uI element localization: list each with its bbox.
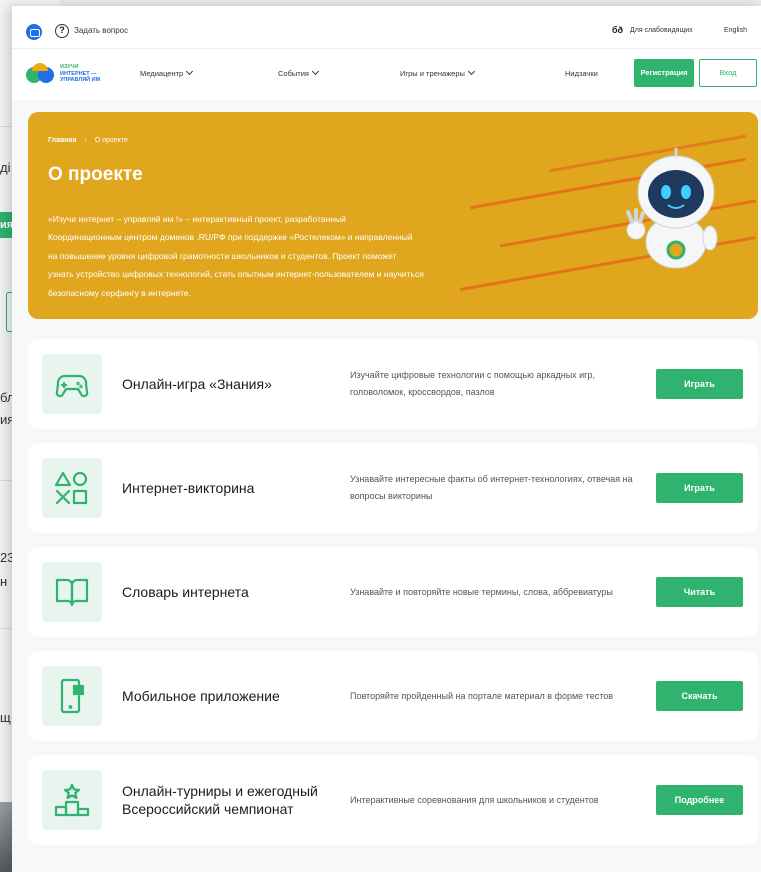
card-title: Онлайн-игра «Знания»	[122, 376, 272, 392]
card-title: Словарь интернета	[122, 584, 249, 600]
breadcrumb: Главная › О проекте	[48, 137, 128, 144]
download-button[interactable]: Скачать	[656, 681, 743, 711]
card-online-game: Онлайн-игра «Знания» Изучайте цифровые т…	[28, 339, 758, 429]
login-button[interactable]: Вход	[699, 59, 757, 87]
card-description: Узнавайте интересные факты об интернет-т…	[350, 474, 633, 501]
hero-banner: Главная › О проекте О проекте «Изучи интер…	[28, 112, 758, 319]
nav-item-events[interactable]: События	[278, 67, 320, 78]
nav-item-mediacenter[interactable]: Медиацентр	[140, 67, 194, 78]
nav-item-games[interactable]: Игры и тренажеры	[400, 67, 475, 78]
shapes-icon	[42, 458, 102, 518]
more-button[interactable]: Подробнее	[656, 785, 743, 815]
page-title: О проекте	[48, 164, 143, 185]
logo-icon	[26, 63, 56, 87]
main-nav: ИЗУЧИ ИНТЕРНЕТ — УПРАВЛЯЙ ИМ Медиацентр …	[12, 48, 761, 100]
card-dictionary: Словарь интернета Узнавайте и повторяйте…	[28, 547, 758, 637]
card-description: Изучайте цифровые технологии с помощью а…	[350, 370, 595, 397]
top-bar: ? Задать вопрос бð Для слабовидящих Engl…	[12, 6, 761, 48]
card-description: Узнавайте и повторяйте новые термины, сл…	[350, 586, 613, 597]
podium-icon	[42, 770, 102, 830]
background-text: ді	[0, 160, 11, 175]
brand-logo[interactable]: ИЗУЧИ ИНТЕРНЕТ — УПРАВЛЯЙ ИМ	[26, 59, 116, 89]
question-icon[interactable]: ?	[55, 24, 69, 38]
breadcrumb-current: О проекте	[94, 137, 128, 144]
gamepad-icon	[42, 354, 102, 414]
language-switch[interactable]: English	[724, 27, 747, 34]
card-title: Интернет-викторина	[122, 480, 255, 496]
book-icon	[42, 562, 102, 622]
background-text: н	[0, 574, 8, 589]
card-title: Мобильное приложение	[122, 688, 280, 704]
card-description: Интерактивные соревнования для школьнико…	[350, 794, 599, 805]
browser-page: ? Задать вопрос бð Для слабовидящих Engl…	[12, 6, 761, 872]
background-text: щ	[0, 710, 11, 725]
card-title: Онлайн-турниры и ежегодный Всероссийский…	[122, 783, 318, 817]
read-button[interactable]: Читать	[656, 577, 743, 607]
project-description: «Изучи интернет – управляй им !» – интер…	[48, 214, 424, 298]
visually-impaired-link[interactable]: Для слабовидящих	[630, 27, 693, 34]
play-game-button[interactable]: Играть	[656, 369, 743, 399]
chevron-down-icon	[186, 67, 194, 76]
play-quiz-button[interactable]: Играть	[656, 473, 743, 503]
chat-icon[interactable]	[26, 24, 42, 40]
brand-wordmark: ИЗУЧИ ИНТЕРНЕТ — УПРАВЛЯЙ ИМ	[60, 64, 101, 83]
robot-mascot-icon	[626, 148, 718, 269]
mobile-icon	[42, 666, 102, 726]
breadcrumb-home[interactable]: Главная	[48, 137, 76, 144]
card-tournaments: Онлайн-турниры и ежегодный Всероссийский…	[28, 755, 758, 845]
chevron-down-icon	[467, 67, 475, 76]
register-button[interactable]: Регистрация	[634, 59, 694, 87]
card-mobile-app: Мобильное приложение Повторяйте пройденн…	[28, 651, 758, 741]
glasses-icon[interactable]: бð	[612, 25, 623, 35]
chevron-down-icon	[311, 67, 320, 76]
card-description: Повторяйте пройденный на портале материа…	[350, 690, 614, 701]
ask-question-link[interactable]: Задать вопрос	[74, 26, 128, 35]
card-quiz: Интернет-викторина Узнавайте интересные …	[28, 443, 758, 533]
nav-item-badges[interactable]: Нидзачки	[565, 69, 598, 78]
